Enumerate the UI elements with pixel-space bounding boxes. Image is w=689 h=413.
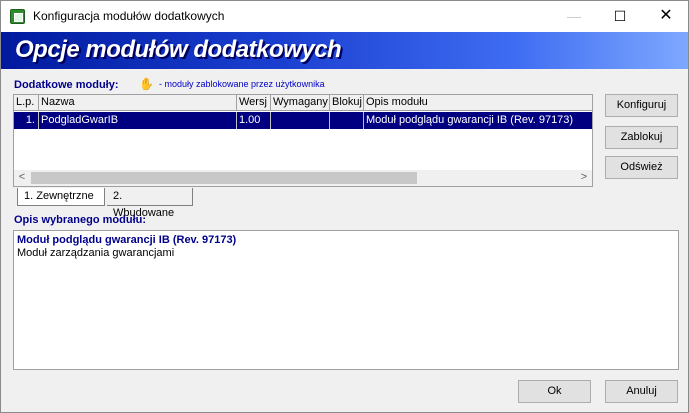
scroll-thumb[interactable] [31, 172, 417, 184]
column-header-name[interactable]: Nazwa [39, 95, 237, 111]
banner-title: Opcje modułów dodatkowych [15, 36, 342, 63]
description-title: Moduł podglądu gwarancji IB (Rev. 97173) [17, 234, 237, 246]
cell-lp: 1. [14, 112, 39, 129]
column-header-required[interactable]: Wymagany [271, 95, 330, 111]
tab-external[interactable]: 1. Zewnętrzne [17, 188, 105, 206]
grid-header: L.p. Nazwa Wersj Wymagany Blokuj Opis mo… [14, 95, 592, 111]
scroll-right-icon[interactable]: > [576, 170, 592, 186]
maximize-button[interactable]: ☐ [597, 1, 643, 32]
cancel-button[interactable]: Anuluj [605, 380, 678, 403]
column-header-lp[interactable]: L.p. [14, 95, 39, 111]
minimize-button[interactable]: — [551, 1, 597, 32]
scroll-left-icon[interactable]: < [14, 170, 30, 186]
app-icon [10, 9, 25, 24]
window-title: Konfiguracja modułów dodatkowych [33, 9, 225, 23]
module-tabs: 1. Zewnętrzne 2. Wbudowane [13, 188, 213, 219]
dialog-window: Konfiguracja modułów dodatkowych — ☐ ✕ O… [0, 0, 689, 413]
block-button[interactable]: Zablokuj [605, 126, 678, 149]
tab-builtin[interactable]: 2. Wbudowane [107, 188, 193, 219]
cell-required[interactable] [271, 112, 330, 129]
modules-label: Dodatkowe moduły: [14, 79, 119, 91]
column-header-block[interactable]: Blokuj [330, 95, 364, 111]
hand-icon: ✋ [139, 77, 154, 91]
refresh-button[interactable]: Odśwież [605, 156, 678, 179]
description-body: Moduł zarządzania gwarancjami [17, 247, 175, 259]
cell-description: Moduł podglądu gwarancji IB (Rev. 97173) [366, 114, 574, 126]
description-box: Moduł podglądu gwarancji IB (Rev. 97173)… [13, 230, 679, 370]
description-label: Opis wybranego modułu: [14, 214, 147, 226]
column-header-description[interactable]: Opis modułu [364, 95, 592, 111]
cell-block[interactable] [330, 112, 364, 129]
ok-button[interactable]: Ok [518, 380, 591, 403]
blocked-hint: - moduły zablokowane przez użytkownika [159, 79, 325, 89]
modules-grid[interactable]: L.p. Nazwa Wersj Wymagany Blokuj Opis mo… [13, 94, 593, 187]
table-row[interactable]: 1. PodgladGwarIB 1.00 Moduł podglądu gwa… [14, 112, 592, 129]
header-banner: Opcje modułów dodatkowych [1, 32, 688, 69]
cell-version: 1.00 [237, 112, 271, 129]
configure-button[interactable]: Konfiguruj [605, 94, 678, 117]
horizontal-scrollbar[interactable]: < > [14, 170, 592, 186]
column-header-version[interactable]: Wersj [237, 95, 271, 111]
title-bar: Konfiguracja modułów dodatkowych — ☐ ✕ [1, 1, 688, 32]
close-button[interactable]: ✕ [643, 1, 689, 32]
cell-name: PodgladGwarIB [39, 112, 237, 129]
